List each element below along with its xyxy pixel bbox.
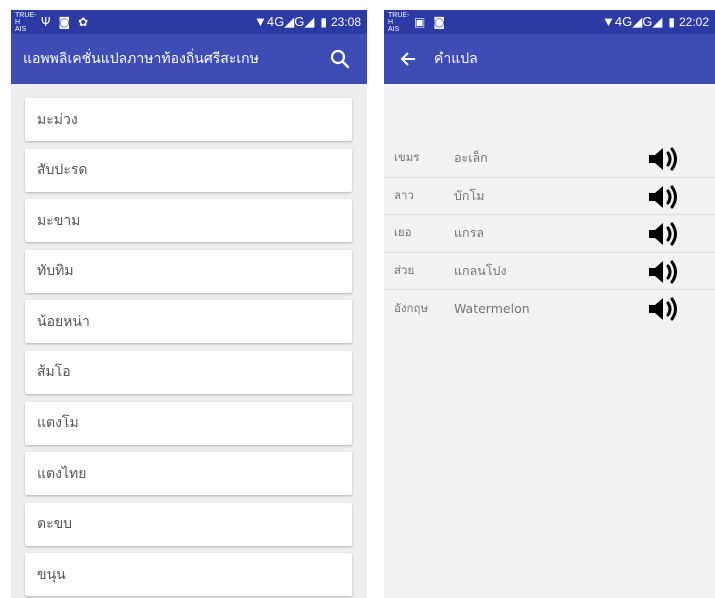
carrier-line2: AIS xyxy=(388,25,400,33)
list-item[interactable]: ตะขบ xyxy=(25,502,352,546)
play-audio-button[interactable] xyxy=(647,146,681,172)
language-label: ลาว xyxy=(394,187,414,202)
translation-row: ส่วย แกลนโปง xyxy=(384,253,715,290)
network-signal: ▼4G◢G◢ xyxy=(254,14,315,29)
word-list: มะม่วง สับปะรด มะขาม ทับทิม น้อยหน่า ส้ม… xyxy=(11,84,367,597)
status-bar: TRUE-H AIS Ψ ◙ ✿ ▼4G◢G◢ ▮ 23:08 xyxy=(11,10,367,34)
camera-icon: ◙ xyxy=(58,15,71,29)
android-debug-icon: ✿ xyxy=(78,15,89,29)
play-audio-button[interactable] xyxy=(647,221,681,247)
speaker-icon xyxy=(649,297,677,321)
back-button[interactable] xyxy=(396,47,420,71)
status-bar: TRUE-H AIS ▣ ◙ ▼4G◢G◢ ▮ 22:02 xyxy=(384,10,715,34)
play-audio-button[interactable] xyxy=(647,184,681,210)
language-label: เยอ xyxy=(394,225,412,240)
translation-screen: TRUE-H AIS ▣ ◙ ▼4G◢G◢ ▮ 22:02 คำแปล เขมร… xyxy=(384,10,715,598)
search-button[interactable] xyxy=(325,44,355,74)
list-item[interactable]: มะขาม xyxy=(25,199,352,243)
translation-row: อังกฤษ Watermelon xyxy=(384,290,715,328)
camera-icon: ◙ xyxy=(433,15,445,29)
language-label: ส่วย xyxy=(394,262,415,277)
network-signal: ▼4G◢G◢ xyxy=(602,14,663,29)
list-item[interactable]: น้อยหน่า xyxy=(25,300,352,344)
speaker-icon xyxy=(649,260,677,283)
carrier-label: TRUE-H AIS xyxy=(388,12,414,33)
translation-list: เขมร อะเล็ก ลาว บักโม เยอ แกรล ส่วย แกลน… xyxy=(384,84,715,328)
list-item[interactable]: ทับทิม xyxy=(25,249,352,293)
page-title: คำแปล xyxy=(434,51,478,67)
status-time: 22:02 xyxy=(678,15,709,29)
speaker-icon xyxy=(649,147,677,171)
image-icon: ▣ xyxy=(414,15,426,29)
usb-icon: Ψ xyxy=(41,15,51,29)
translation-row: เขมร อะเล็ก xyxy=(384,140,715,178)
list-item[interactable]: แตงไทย xyxy=(25,452,352,496)
play-audio-button[interactable] xyxy=(647,296,681,322)
list-item[interactable]: ส้มโอ xyxy=(25,350,352,394)
language-label: เขมร xyxy=(394,150,420,165)
carrier-label: TRUE-H AIS xyxy=(15,12,41,33)
app-bar: แอพพลิเคชั่นแปลภาษาท้องถิ่นศรีสะเกษ xyxy=(11,34,367,84)
list-item[interactable]: มะม่วง xyxy=(25,98,352,141)
battery-icon: ▮ xyxy=(320,15,327,29)
carrier-line1: TRUE-H xyxy=(15,11,37,26)
list-item[interactable]: สับปะรด xyxy=(25,148,352,192)
language-label: อังกฤษ xyxy=(394,300,429,315)
speaker-icon xyxy=(649,185,677,208)
translation-row: เยอ แกรล xyxy=(384,215,715,253)
list-item[interactable]: ขนุน xyxy=(25,553,352,597)
play-audio-button[interactable] xyxy=(647,259,681,285)
carrier-line2: AIS xyxy=(15,25,27,33)
speaker-icon xyxy=(649,222,677,246)
search-icon xyxy=(330,49,350,69)
back-arrow-icon xyxy=(400,52,415,66)
status-time: 23:08 xyxy=(330,15,361,29)
app-bar: คำแปล xyxy=(384,34,715,84)
carrier-line1: TRUE-H xyxy=(388,11,410,26)
translation-row: ลาว บักโม xyxy=(384,178,715,215)
page-title: แอพพลิเคชั่นแปลภาษาท้องถิ่นศรีสะเกษ xyxy=(23,51,259,67)
list-item[interactable]: แตงโม xyxy=(25,401,352,445)
word-list-screen: TRUE-H AIS Ψ ◙ ✿ ▼4G◢G◢ ▮ 23:08 แอพพลิเค… xyxy=(11,10,367,598)
battery-icon: ▮ xyxy=(668,15,675,29)
